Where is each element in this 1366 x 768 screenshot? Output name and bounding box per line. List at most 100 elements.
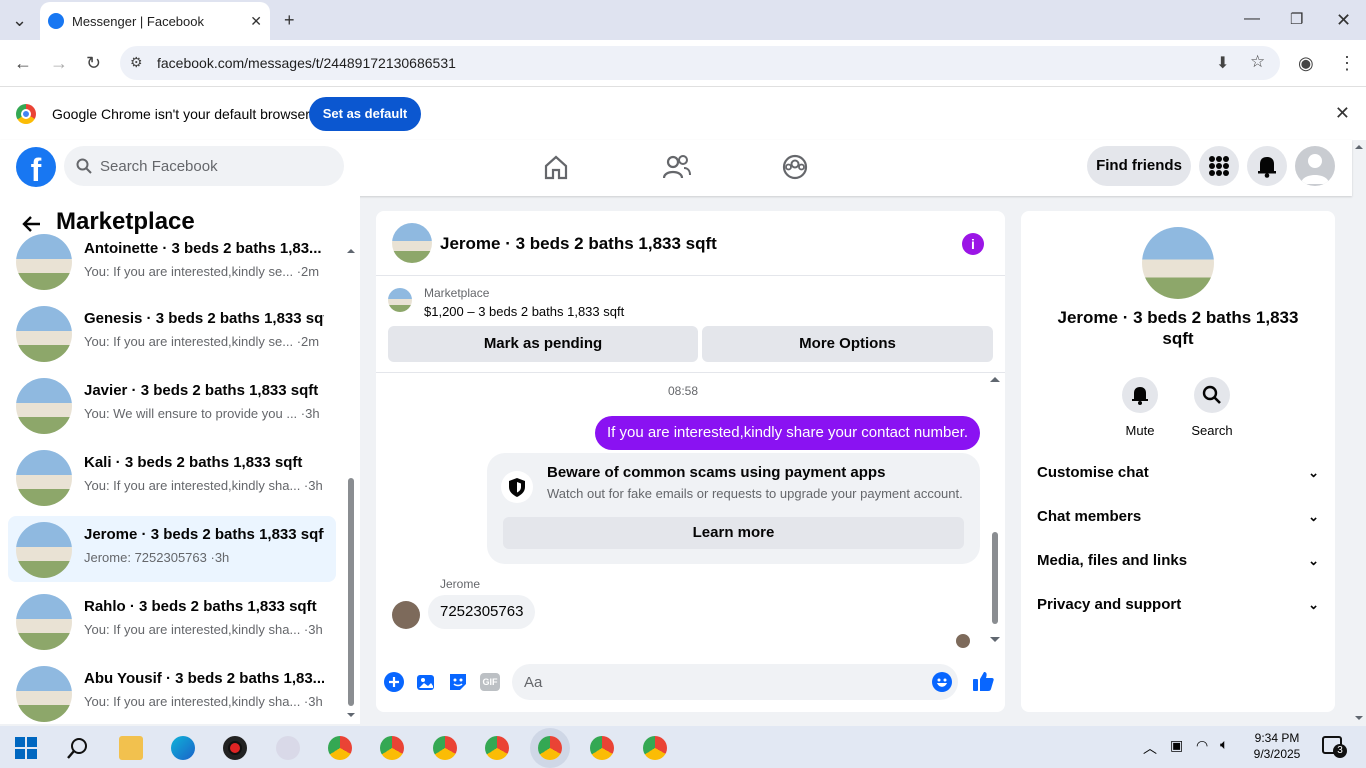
notification-count-badge: 3 bbox=[1333, 744, 1347, 758]
page-scrollbar[interactable] bbox=[1352, 140, 1366, 724]
banner-close-icon[interactable]: ✕ bbox=[1335, 103, 1350, 124]
facebook-search-input[interactable]: Search Facebook bbox=[64, 146, 344, 186]
search-action[interactable]: Search bbox=[1182, 377, 1242, 438]
learn-more-button[interactable]: Learn more bbox=[503, 517, 964, 549]
tray-chevron-up-icon[interactable]: ︿ bbox=[1143, 738, 1157, 758]
chat-header-thumbnail[interactable] bbox=[392, 223, 432, 263]
conversation-item[interactable]: Abu Yousif · 3 beds 2 baths 1,83... You:… bbox=[8, 660, 336, 726]
conversation-item[interactable]: Kali · 3 beds 2 baths 1,833 sqft You: If… bbox=[8, 444, 336, 510]
home-icon[interactable] bbox=[543, 154, 569, 180]
chrome-profile-icon[interactable] bbox=[643, 736, 667, 760]
search-label: Search bbox=[1191, 423, 1233, 438]
windows-start-icon[interactable] bbox=[14, 736, 38, 760]
paint-app-icon[interactable] bbox=[276, 736, 300, 760]
section-label: Privacy and support bbox=[1037, 596, 1182, 613]
chrome-icon[interactable] bbox=[328, 736, 352, 760]
conversation-item[interactable]: Javier · 3 beds 2 baths 1,833 sqft You: … bbox=[8, 372, 336, 438]
info-icon[interactable]: i bbox=[962, 233, 984, 255]
browser-tab-strip: ⌄ Messenger | Facebook ✕ + — ❐ ✕ bbox=[0, 0, 1366, 40]
listing-avatar-large[interactable] bbox=[1142, 227, 1214, 299]
chrome-profile-active-icon[interactable] bbox=[538, 736, 562, 760]
listing-thumbnail bbox=[16, 594, 72, 650]
conversations-scrollbar[interactable] bbox=[347, 248, 355, 718]
taskbar-clock[interactable]: 9:34 PM 9/3/2025 bbox=[1252, 730, 1302, 762]
restore-icon[interactable]: ❐ bbox=[1290, 10, 1303, 28]
bookmark-star-icon[interactable]: ☆ bbox=[1250, 52, 1265, 72]
chat-title[interactable]: Jerome · 3 beds 2 baths 1,833 sqft bbox=[440, 234, 717, 254]
outgoing-message[interactable]: If you are interested,kindly share your … bbox=[595, 416, 981, 450]
edge-icon[interactable] bbox=[171, 736, 195, 760]
bell-icon bbox=[1258, 157, 1276, 178]
mute-label: Mute bbox=[1125, 423, 1155, 438]
customise-chat-section[interactable]: Customise chat ⌄ bbox=[1037, 458, 1319, 488]
profile-icon[interactable]: ◉ bbox=[1298, 53, 1314, 74]
install-app-icon[interactable]: ⬇ bbox=[1216, 53, 1229, 73]
back-icon[interactable]: ← bbox=[14, 53, 32, 74]
sticker-icon[interactable] bbox=[448, 672, 468, 692]
conversation-details-panel: Jerome · 3 beds 2 baths 1,833 sqft Mute … bbox=[1021, 211, 1335, 712]
sender-name: Jerome bbox=[440, 577, 481, 591]
find-friends-button[interactable]: Find friends bbox=[1087, 146, 1191, 186]
marketplace-listing-bar: Marketplace $1,200 – 3 beds 2 baths 1,83… bbox=[376, 275, 1005, 373]
conversation-name: Javier · 3 beds 2 baths 1,833 sqft bbox=[84, 382, 319, 399]
scam-warning-body: Watch out for fake emails or requests to… bbox=[547, 486, 963, 501]
chat-members-section[interactable]: Chat members ⌄ bbox=[1037, 502, 1319, 532]
conversation-name: Antoinette · 3 beds 2 baths 1,83... bbox=[84, 240, 322, 257]
chrome-profile-icon[interactable] bbox=[485, 736, 509, 760]
incoming-message[interactable]: 7252305763 bbox=[428, 595, 536, 629]
privacy-support-section[interactable]: Privacy and support ⌄ bbox=[1037, 590, 1319, 620]
tab-search-icon[interactable]: ⌄ bbox=[12, 10, 27, 31]
conversation-name: Rahlo · 3 beds 2 baths 1,833 sqft bbox=[84, 598, 317, 615]
conversation-item-selected[interactable]: Jerome · 3 beds 2 baths 1,833 sqft Jerom… bbox=[8, 516, 336, 582]
tray-device-icon[interactable]: ▣ bbox=[1170, 737, 1183, 754]
conversation-item[interactable]: Antoinette · 3 beds 2 baths 1,83... You:… bbox=[8, 228, 336, 294]
listing-thumbnail bbox=[16, 666, 72, 722]
reload-icon[interactable]: ↻ bbox=[86, 53, 101, 74]
listing-price-title[interactable]: $1,200 – 3 beds 2 baths 1,833 sqft bbox=[424, 304, 624, 319]
message-input[interactable]: Aa bbox=[512, 664, 958, 700]
mute-action[interactable]: Mute bbox=[1110, 377, 1170, 438]
listing-thumbnail bbox=[16, 378, 72, 434]
listing-thumbnail bbox=[16, 234, 72, 290]
browser-tab[interactable]: Messenger | Facebook ✕ bbox=[40, 2, 270, 40]
read-receipt-avatar bbox=[956, 634, 970, 648]
conversation-item[interactable]: Genesis · 3 beds 2 baths 1,833 sqft You:… bbox=[8, 300, 336, 366]
photo-icon[interactable] bbox=[416, 672, 436, 692]
set-default-button[interactable]: Set as default bbox=[309, 97, 421, 131]
emoji-icon[interactable] bbox=[932, 672, 952, 692]
new-tab-icon[interactable]: + bbox=[284, 10, 295, 31]
friends-icon[interactable] bbox=[663, 154, 691, 180]
chrome-profile-icon[interactable] bbox=[380, 736, 404, 760]
thumbs-up-icon[interactable] bbox=[972, 670, 994, 692]
notifications-button[interactable] bbox=[1247, 146, 1287, 186]
chat-scrollbar[interactable] bbox=[990, 375, 1000, 645]
more-options-button[interactable]: More Options bbox=[702, 326, 993, 362]
wifi-icon[interactable]: ◠ bbox=[1196, 737, 1208, 754]
window-close-icon[interactable]: ✕ bbox=[1336, 10, 1351, 31]
conversation-item[interactable]: Rahlo · 3 beds 2 baths 1,833 sqft You: I… bbox=[8, 588, 336, 654]
mark-as-pending-button[interactable]: Mark as pending bbox=[388, 326, 698, 362]
chrome-profile-icon[interactable] bbox=[433, 736, 457, 760]
tab-close-icon[interactable]: ✕ bbox=[250, 13, 262, 30]
menu-grid-button[interactable] bbox=[1199, 146, 1239, 186]
minimize-icon[interactable]: — bbox=[1244, 10, 1260, 28]
facebook-logo-icon[interactable]: f bbox=[16, 147, 56, 187]
sender-avatar[interactable] bbox=[392, 601, 420, 629]
conversation-name: Genesis · 3 beds 2 baths 1,833 sqft bbox=[84, 310, 324, 327]
record-app-icon[interactable] bbox=[223, 736, 247, 760]
chrome-profile-icon[interactable] bbox=[590, 736, 614, 760]
volume-icon[interactable]: 🔈︎ bbox=[1220, 736, 1228, 753]
media-files-links-section[interactable]: Media, files and links ⌄ bbox=[1037, 546, 1319, 576]
plus-circle-icon[interactable] bbox=[384, 672, 404, 692]
groups-icon[interactable] bbox=[782, 154, 808, 180]
forward-icon[interactable]: → bbox=[50, 53, 68, 74]
taskbar-search-icon[interactable] bbox=[66, 736, 90, 760]
chrome-menu-icon[interactable]: ⋮ bbox=[1338, 53, 1356, 74]
facebook-top-nav: f Search Facebook Find friends bbox=[0, 140, 1352, 196]
account-avatar[interactable] bbox=[1295, 146, 1335, 186]
conversation-preview: You: If you are interested,kindly sha...… bbox=[84, 622, 323, 637]
file-explorer-icon[interactable] bbox=[119, 736, 143, 760]
site-info-icon[interactable]: ⚙ bbox=[130, 54, 143, 71]
gif-icon[interactable]: GIF bbox=[480, 673, 500, 691]
omnibox[interactable]: ⚙ facebook.com/messages/t/24489172130686… bbox=[120, 46, 1280, 80]
